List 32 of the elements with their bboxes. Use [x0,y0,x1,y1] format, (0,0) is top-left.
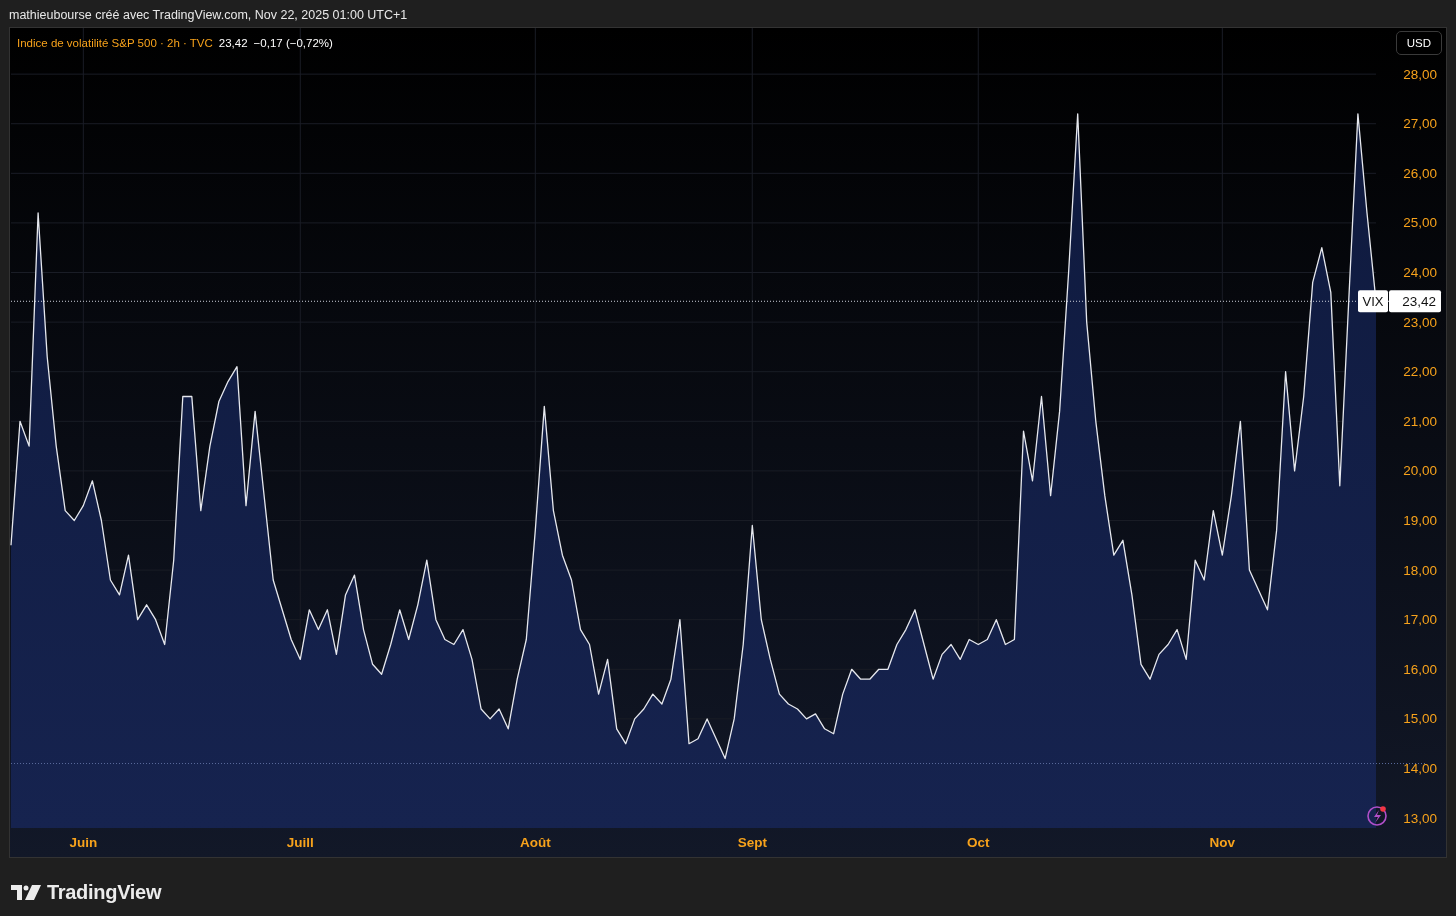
axis-label: Juill [286,835,314,850]
axis-label: 21,00 [1403,413,1437,429]
axis-label: 23,00 [1403,314,1437,330]
legend-label: VIX [1362,294,1384,310]
axis-label: 16,00 [1403,661,1437,677]
axis-label: 26,00 [1403,165,1437,181]
chart-attribution: mathieubourse créé avec TradingView.com, Nov 22, 2025 01:00 UTC+1 [8,7,409,24]
axis-label: 27,00 [1403,116,1437,132]
axis-label: 14,00 [1403,761,1437,776]
axis-label: 19,00 [1403,513,1437,528]
axis-label: 22,00 [1403,364,1437,380]
logo-icon [11,884,41,900]
axis-label: 18,00 [1403,562,1437,578]
lightning-icon[interactable] [1367,806,1387,826]
currency-button[interactable]: USD [1395,31,1442,55]
axis-label: Nov [1209,835,1236,850]
axis-label: Juin [69,835,98,850]
axis-label: Août [519,835,551,850]
axis-label: 17,00 [1403,612,1437,628]
symbol-title: Indice de volatilité S&P 500 · 2h · TVC [17,37,213,49]
axis-label: 20,00 [1403,463,1437,479]
price-value: 23,42 [218,37,248,49]
axis-label: 15,00 [1403,711,1437,727]
axis-label: Oct [967,835,990,850]
axis-label: 28,00 [1403,66,1437,82]
axis-label: Sept [737,835,767,850]
logo-text: TradingView [47,880,162,905]
axis-label: 25,00 [1403,215,1437,231]
axis-label: 24,00 [1403,265,1437,280]
ref-line-label: 23,42 [1402,294,1436,310]
axis-label: 13,00 [1403,810,1437,826]
price-change: −0,17 (−0,72%) [253,37,333,49]
